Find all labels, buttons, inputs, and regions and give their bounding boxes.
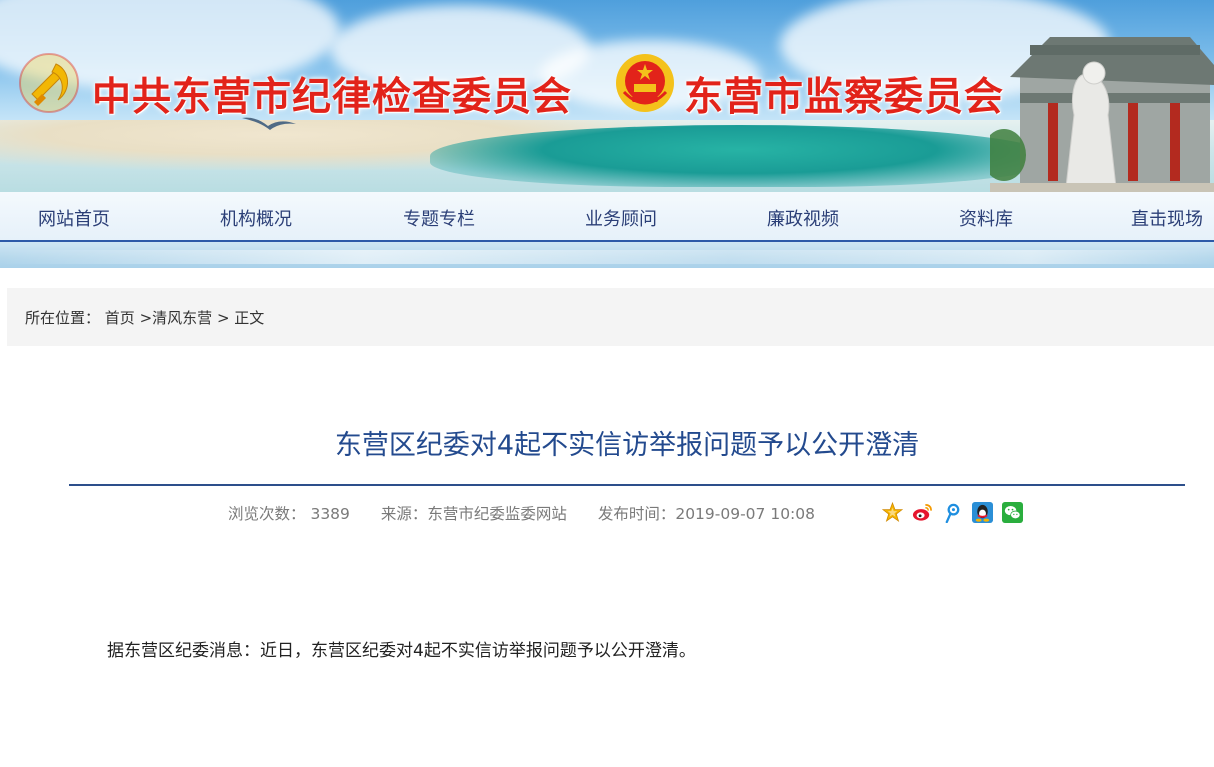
party-emblem-icon: [19, 53, 79, 113]
article-body: 据东营区纪委消息：近日，东营区纪委对4起不实信访举报问题予以公开澄清。: [107, 641, 696, 661]
favorite-star-icon[interactable]: [882, 501, 903, 523]
nav-item-live[interactable]: 直击现场: [1131, 205, 1203, 231]
views-label: 浏览次数：: [228, 505, 306, 523]
seagull-icon: [242, 117, 296, 130]
wave-decoration: [0, 250, 1214, 264]
nav-item-home[interactable]: 网站首页: [38, 205, 110, 231]
nav-item-consult[interactable]: 业务顾问: [585, 205, 657, 231]
main-nav: 网站首页 机构概况 专题专栏 业务顾问 廉政视频 资料库 直击现场: [0, 192, 1214, 242]
views-count: 3389: [310, 505, 350, 523]
published-label: 发布时间：: [597, 505, 676, 523]
breadcrumb-prefix: 所在位置：: [25, 309, 101, 327]
wechat-icon[interactable]: [1002, 501, 1023, 523]
pavilion-statue-image: [990, 37, 1214, 192]
breadcrumb-current: 正文: [234, 309, 265, 327]
header-title-left: 中共东营市纪律检查委员会: [92, 75, 573, 120]
lagoon-decoration: [430, 125, 1050, 187]
weibo-icon[interactable]: [912, 502, 933, 523]
published-meta: 发布时间：2019-09-07 10:08: [598, 505, 815, 523]
sub-banner-decoration: [0, 242, 1214, 268]
nav-item-topics[interactable]: 专题专栏: [403, 205, 475, 231]
breadcrumb-separator: >: [212, 309, 235, 327]
article-title: 东营区纪委对4起不实信访举报问题予以公开澄清: [334, 430, 920, 461]
source-value: 东营市纪委监委网站: [427, 505, 567, 523]
share-bar: [882, 501, 1023, 523]
views-meta: 浏览次数： 3389: [228, 505, 350, 523]
nav-item-videos[interactable]: 廉政视频: [767, 205, 839, 231]
title-divider: [69, 484, 1185, 486]
nav-item-about[interactable]: 机构概况: [220, 205, 292, 231]
breadcrumb-separator: >: [134, 309, 153, 327]
breadcrumb-home-link[interactable]: 首页: [105, 309, 135, 327]
source-label: 来源：: [380, 505, 428, 523]
tencent-weibo-icon[interactable]: [942, 502, 963, 523]
published-value: 2019-09-07 10:08: [675, 505, 816, 523]
breadcrumb: 所在位置： 首页 >清风东营 > 正文: [25, 307, 264, 328]
header-title-right: 东营市监察委员会: [684, 75, 1005, 120]
breadcrumb-bar: 所在位置： 首页 >清风东营 > 正文: [7, 288, 1214, 346]
source-meta: 来源：东营市纪委监委网站: [381, 505, 567, 523]
national-emblem-icon: [616, 54, 674, 112]
article-meta: 浏览次数： 3389 来源：东营市纪委监委网站 发布时间：2019-09-07 …: [228, 502, 815, 524]
header-banner: 中共东营市纪律检查委员会 东营市监察委员会: [0, 0, 1214, 192]
nav-item-library[interactable]: 资料库: [959, 205, 1013, 231]
qq-icon[interactable]: [972, 501, 993, 523]
breadcrumb-section-link[interactable]: 清风东营: [152, 309, 212, 327]
